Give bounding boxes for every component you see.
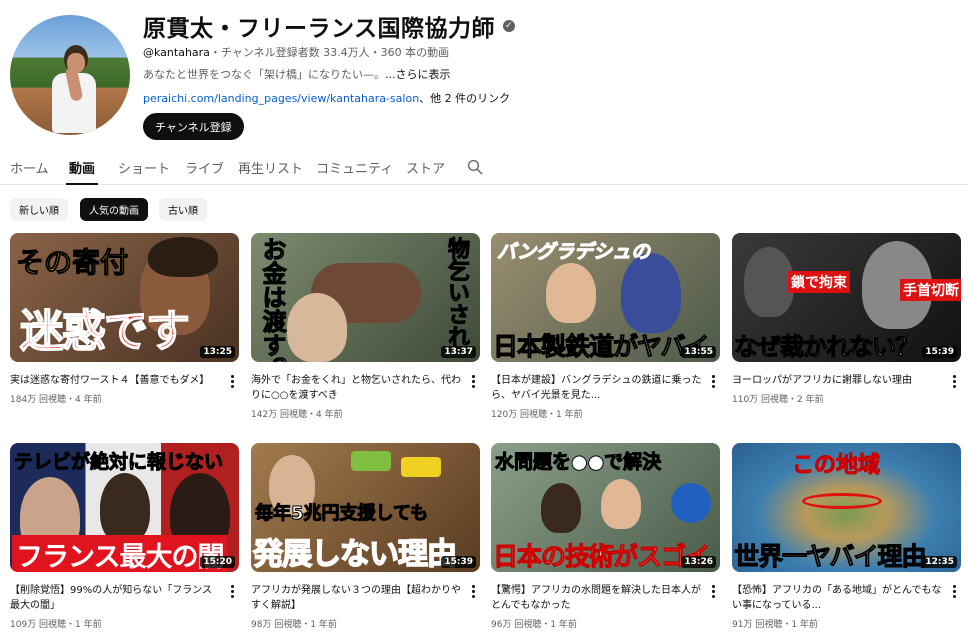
video-card[interactable]: お金は渡す？ 物乞いされ 13:37 海外で「お金をくれ」と物乞いされたら、代わ… [251, 233, 480, 420]
video-meta: 110万 回視聴・2 年前 [732, 395, 824, 405]
video-thumbnail[interactable]: その寄付 迷惑です 13:25 [10, 233, 239, 362]
video-title[interactable]: 【日本が建設】バングラデシュの鉄道に乗ったら、ヤバイ光景を見た... [491, 373, 703, 403]
more-vert-icon[interactable] [227, 373, 237, 389]
video-duration: 13:25 [200, 346, 235, 358]
channel-handle: @kantahara [143, 46, 210, 59]
search-icon[interactable] [466, 158, 484, 176]
video-meta: 109万 回視聴・1 年前 [10, 620, 102, 630]
video-card[interactable]: テレビが絶対に報じない フランス最大の闇 15:20 【削除覚悟】99%の人が知… [10, 443, 239, 630]
video-card[interactable]: その寄付 迷惑です 13:25 実は迷惑な寄付ワースト４【善意でもダメ】 184… [10, 233, 239, 405]
video-card[interactable]: 水問題を●●で解決 日本の技術がスゴイ 13:26 【驚愕】アフリカの水問題を解… [491, 443, 720, 630]
chip-popular[interactable]: 人気の動画 [80, 198, 148, 221]
more-vert-icon[interactable] [949, 373, 959, 389]
video-meta: 91万 回視聴・1 年前 [732, 620, 818, 630]
video-duration: 13:55 [681, 346, 716, 358]
video-thumbnail[interactable]: 水問題を●●で解決 日本の技術がスゴイ 13:26 [491, 443, 720, 572]
chip-oldest[interactable]: 古い順 [159, 198, 207, 221]
video-duration: 15:39 [441, 556, 476, 568]
video-duration: 15:39 [922, 346, 957, 358]
verified-icon: ✓ [503, 20, 516, 32]
more-vert-icon[interactable] [227, 583, 237, 599]
tab-store[interactable]: ストア [406, 158, 445, 177]
video-card[interactable]: 毎年5兆円支援しても 発展しない理由 15:39 アフリカが発展しない３つの理由… [251, 443, 480, 630]
video-thumbnail[interactable]: バングラデシュの 日本製鉄道がヤバイ 13:55 [491, 233, 720, 362]
video-duration: 12:35 [922, 556, 957, 568]
video-title[interactable]: アフリカが発展しない３つの理由【超わかりやすく解説】 [251, 583, 463, 613]
tab-playlists[interactable]: 再生リスト [238, 158, 303, 177]
show-more-link[interactable]: ...さらに表示 [385, 68, 451, 81]
video-title[interactable]: ヨーロッパがアフリカに謝罪しない理由 [732, 373, 944, 388]
video-duration: 13:26 [681, 556, 716, 568]
channel-tabs: ホーム 動画 ショート ライブ 再生リスト コミュニティ ストア [0, 150, 968, 185]
tab-community[interactable]: コミュニティ [316, 158, 393, 177]
more-vert-icon[interactable] [949, 583, 959, 599]
channel-stats: ・チャンネル登録者数 33.4万人・360 本の動画 [209, 46, 450, 59]
channel-avatar[interactable] [10, 15, 130, 135]
video-thumbnail[interactable]: 鎖で拘束 手首切断 なぜ裁かれない？ 15:39 [732, 233, 961, 362]
other-links[interactable]: 、他 2 件のリンク [419, 92, 510, 105]
tab-home[interactable]: ホーム [10, 158, 49, 177]
channel-links: peraichi.com/landing_pages/view/kantahar… [143, 90, 510, 106]
channel-link[interactable]: peraichi.com/landing_pages/view/kantahar… [143, 92, 419, 105]
video-thumbnail[interactable]: この地域 世界一ヤバイ理由 12:35 [732, 443, 961, 572]
video-title[interactable]: 実は迷惑な寄付ワースト４【善意でもダメ】 [10, 373, 222, 388]
video-duration: 13:37 [441, 346, 476, 358]
more-vert-icon[interactable] [468, 583, 478, 599]
video-thumbnail[interactable]: テレビが絶対に報じない フランス最大の闇 15:20 [10, 443, 239, 572]
channel-name: 原貫太・フリーランス国際協力師 ✓ [143, 16, 516, 42]
more-vert-icon[interactable] [468, 373, 478, 389]
video-card[interactable]: この地域 世界一ヤバイ理由 12:35 【恐怖】アフリカの「ある地域」がとんでも… [732, 443, 961, 630]
active-tab-indicator [66, 183, 98, 185]
channel-description[interactable]: あなたと世界をつなぐ「架け橋」になりたい—。...さらに表示 [143, 66, 451, 82]
tab-videos[interactable]: 動画 [69, 158, 95, 177]
video-duration: 15:20 [200, 556, 235, 568]
video-thumbnail[interactable]: 毎年5兆円支援しても 発展しない理由 15:39 [251, 443, 480, 572]
video-card[interactable]: 鎖で拘束 手首切断 なぜ裁かれない？ 15:39 ヨーロッパがアフリカに謝罪しな… [732, 233, 961, 405]
video-meta: 184万 回視聴・4 年前 [10, 395, 102, 405]
tab-live[interactable]: ライブ [185, 158, 224, 177]
more-vert-icon[interactable] [708, 583, 718, 599]
video-meta: 98万 回視聴・1 年前 [251, 620, 337, 630]
video-card[interactable]: バングラデシュの 日本製鉄道がヤバイ 13:55 【日本が建設】バングラデシュの… [491, 233, 720, 420]
subscribe-button[interactable]: チャンネル登録 [143, 113, 244, 140]
video-meta: 96万 回視聴・1 年前 [491, 620, 577, 630]
video-meta: 142万 回視聴・4 年前 [251, 410, 343, 420]
more-vert-icon[interactable] [708, 373, 718, 389]
chip-newest[interactable]: 新しい順 [10, 198, 68, 221]
video-title[interactable]: 海外で「お金をくれ」と物乞いされたら、代わりに○○を渡すべき [251, 373, 463, 403]
channel-meta: @kantahara・チャンネル登録者数 33.4万人・360 本の動画 [143, 44, 449, 60]
video-title[interactable]: 【削除覚悟】99%の人が知らない「フランス最大の闇」 [10, 583, 222, 613]
video-thumbnail[interactable]: お金は渡す？ 物乞いされ 13:37 [251, 233, 480, 362]
tab-shorts[interactable]: ショート [118, 158, 170, 177]
video-title[interactable]: 【驚愕】アフリカの水問題を解決した日本人がとんでもなかった [491, 583, 703, 613]
video-meta: 120万 回視聴・1 年前 [491, 410, 583, 420]
video-title[interactable]: 【恐怖】アフリカの「ある地域」がとんでもない事になっている... [732, 583, 944, 613]
